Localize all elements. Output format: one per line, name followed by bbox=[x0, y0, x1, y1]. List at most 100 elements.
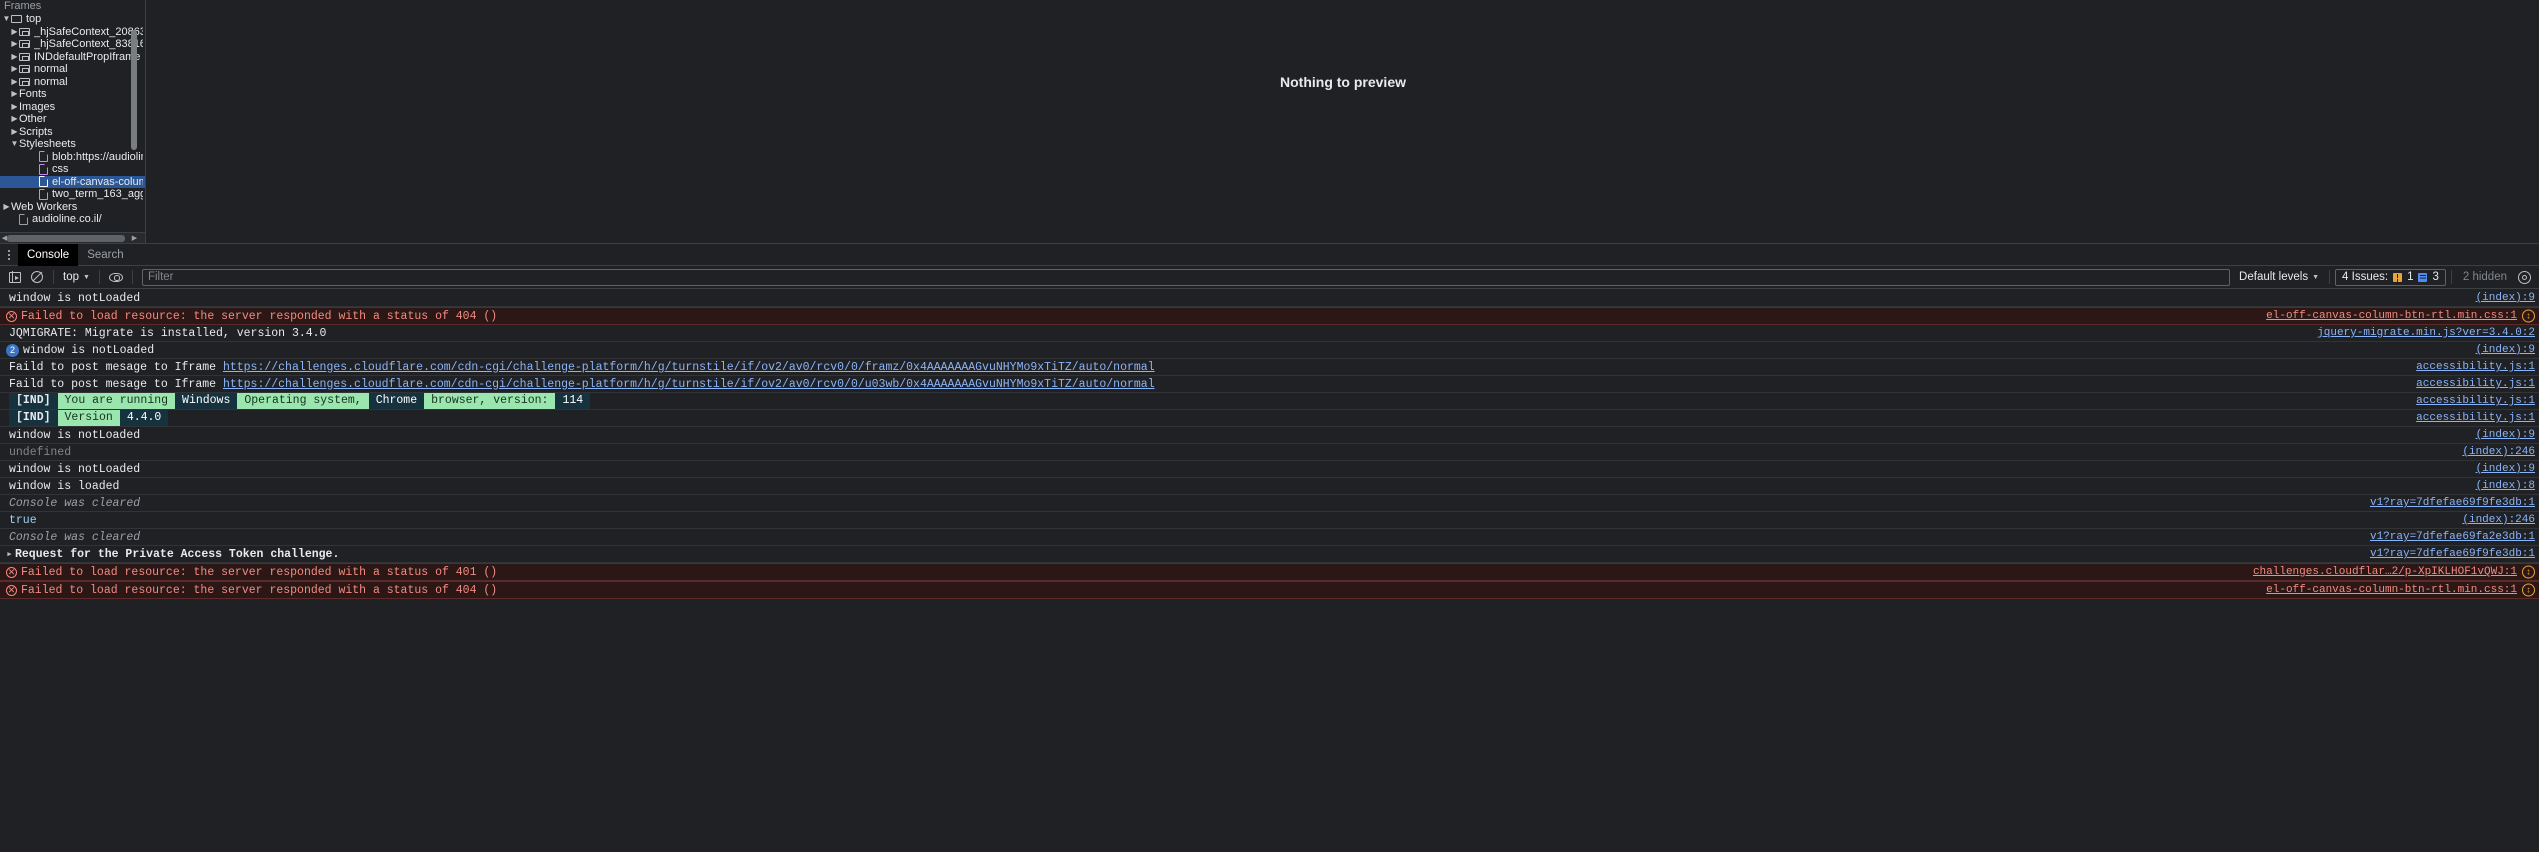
chevron-right-icon[interactable] bbox=[10, 38, 19, 51]
console-message[interactable]: window is notLoaded (index):9 bbox=[0, 290, 2539, 307]
source-location-link[interactable]: accessibility.js:1 bbox=[2416, 412, 2535, 424]
console-message[interactable]: ✕ Failed to load resource: the server res… bbox=[0, 307, 2539, 325]
subframe-icon bbox=[19, 27, 30, 36]
console-message[interactable]: window is notLoaded (index):9 bbox=[0, 427, 2539, 444]
log-chip: Windows bbox=[175, 393, 238, 409]
execution-context-selector[interactable]: top ▼ bbox=[59, 268, 94, 287]
source-location-link[interactable]: v1?ray=7dfefae69fa2e3db:1 bbox=[2370, 531, 2535, 543]
source-location-link[interactable]: (index):9 bbox=[2476, 463, 2535, 475]
chevron-right-icon[interactable] bbox=[10, 101, 19, 114]
scroll-right-icon[interactable]: ▶ bbox=[130, 234, 139, 243]
console-settings-button[interactable] bbox=[2513, 268, 2535, 287]
console-message[interactable]: Console was cleared v1?ray=7dfefae69fa2e3… bbox=[0, 529, 2539, 546]
console-message[interactable]: JQMIGRATE: Migrate is installed, version… bbox=[0, 325, 2539, 342]
source-location-link[interactable]: accessibility.js:1 bbox=[2416, 361, 2535, 373]
console-message-text: Failed to load resource: the server resp… bbox=[21, 565, 498, 579]
source-location-link[interactable]: challenges.cloudflar…2/p-XpIKLHOF1vQWJ:1 bbox=[2253, 566, 2517, 578]
chevron-right-icon[interactable] bbox=[10, 76, 19, 89]
frames-scrollbar-thumb[interactable] bbox=[131, 30, 137, 150]
source-location-link[interactable]: el-off-canvas-column-btn-rtl.min.css:1 bbox=[2266, 310, 2517, 322]
frames-tree-row[interactable]: _hjSafeContext_20863692 (about bbox=[0, 26, 145, 39]
console-message[interactable]: Faild to post mesage to Iframe https://c… bbox=[0, 359, 2539, 376]
chevron-right-icon[interactable] bbox=[10, 113, 19, 126]
console-message-body: window is notLoaded bbox=[0, 461, 2539, 477]
console-message[interactable]: window is notLoaded (index):9 bbox=[0, 461, 2539, 478]
source-location-link[interactable]: (index):9 bbox=[2476, 429, 2535, 441]
chevron-down-icon[interactable] bbox=[2, 13, 11, 26]
console-message-text: window is loaded bbox=[9, 479, 120, 493]
styled-log-chips: [IND] Version 4.4.0 bbox=[9, 410, 169, 426]
console-message[interactable]: ✕ Failed to load resource: the server res… bbox=[0, 563, 2539, 581]
frames-horizontal-scrollbar[interactable]: ◀ ▶ bbox=[0, 232, 145, 243]
console-message[interactable]: 2 window is notLoaded (index):9 bbox=[0, 342, 2539, 359]
hidden-messages-count: 2 hidden bbox=[2462, 271, 2507, 283]
application-panel: Frames top_hjSafeContext_20863692 (about… bbox=[0, 0, 2539, 243]
chevron-right-icon[interactable] bbox=[10, 26, 19, 39]
console-message-list[interactable]: window is notLoaded (index):9 ✕ Failed to l… bbox=[0, 290, 2539, 852]
live-expression-button[interactable] bbox=[105, 268, 127, 287]
source-location-link[interactable]: (index):9 bbox=[2476, 292, 2535, 304]
console-filter-input[interactable] bbox=[141, 268, 2231, 286]
frames-tree-row[interactable]: Other bbox=[0, 113, 145, 126]
frames-tree-row[interactable]: top bbox=[0, 13, 145, 26]
source-location-link[interactable]: (index):246 bbox=[2462, 514, 2535, 526]
source-location-link[interactable]: v1?ray=7dfefae69f9fe3db:1 bbox=[2370, 548, 2535, 560]
frames-tree-row[interactable]: Web Workers bbox=[0, 201, 145, 214]
source-location-link[interactable]: accessibility.js:1 bbox=[2416, 378, 2535, 390]
issues-counter-button[interactable]: 4 Issues: 1 3 bbox=[2335, 268, 2446, 286]
frames-tree-row[interactable]: Fonts bbox=[0, 88, 145, 101]
console-sidebar-toggle-button[interactable] bbox=[4, 268, 26, 287]
chevron-down-icon[interactable] bbox=[10, 138, 19, 151]
chevron-right-icon[interactable] bbox=[10, 51, 19, 64]
frames-tree-row[interactable]: INDdefaultPropIframe (about:bla bbox=[0, 51, 145, 64]
tab-search[interactable]: Search bbox=[78, 244, 132, 266]
clear-console-button[interactable] bbox=[26, 268, 48, 287]
source-location-link[interactable]: accessibility.js:1 bbox=[2416, 395, 2535, 407]
source-location-link[interactable]: (index):8 bbox=[2476, 480, 2535, 492]
frames-tree-row[interactable]: css bbox=[0, 163, 145, 176]
chevron-right-icon[interactable] bbox=[10, 63, 19, 76]
console-message[interactable]: Faild to post mesage to Iframe https://c… bbox=[0, 376, 2539, 393]
log-levels-selector[interactable]: Default levels ▼ bbox=[2234, 271, 2324, 283]
frames-tree-row[interactable]: two_term_163_aggregated.min bbox=[0, 188, 145, 201]
network-issue-icon[interactable] bbox=[2522, 583, 2535, 597]
more-options-icon[interactable] bbox=[2, 247, 16, 263]
console-message[interactable]: window is loaded (index):8 bbox=[0, 478, 2539, 495]
chevron-right-icon-group[interactable]: ▶ bbox=[4, 550, 15, 559]
console-message[interactable]: ▶ Request for the Private Access Token ch… bbox=[0, 546, 2539, 563]
frames-tree-row[interactable]: el-off-canvas-column-btn-rtl.m bbox=[0, 175, 145, 188]
frames-tree-row[interactable]: normal bbox=[0, 63, 145, 76]
chevron-right-icon[interactable] bbox=[10, 88, 19, 101]
message-link[interactable]: https://challenges.cloudflare.com/cdn-cg… bbox=[223, 378, 1155, 391]
source-location-link[interactable]: el-off-canvas-column-btn-rtl.min.css:1 bbox=[2266, 584, 2517, 596]
frames-tree-row[interactable]: Stylesheets bbox=[0, 138, 145, 151]
frames-tree-row[interactable]: Images bbox=[0, 101, 145, 114]
console-message[interactable]: true (index):246 bbox=[0, 512, 2539, 529]
console-message[interactable]: undefined (index):246 bbox=[0, 444, 2539, 461]
source-location-link[interactable]: (index):9 bbox=[2476, 344, 2535, 356]
frames-tree-row[interactable]: audioline.co.il/ bbox=[0, 213, 145, 226]
network-issue-icon[interactable] bbox=[2522, 565, 2535, 579]
console-message[interactable]: [IND] You are running Windows Operating sys… bbox=[0, 393, 2539, 410]
frames-tree-row[interactable]: _hjSafeContext_83816718 (about bbox=[0, 38, 145, 51]
console-message-body: window is loaded bbox=[0, 478, 2539, 494]
chevron-right-icon[interactable] bbox=[2, 201, 11, 214]
tab-console[interactable]: Console bbox=[18, 243, 79, 266]
frames-tree-row[interactable]: Scripts bbox=[0, 126, 145, 139]
frames-tree-row[interactable]: normal bbox=[0, 76, 145, 89]
console-message[interactable]: ✕ Failed to load resource: the server res… bbox=[0, 581, 2539, 599]
frames-hscroll-thumb[interactable] bbox=[7, 235, 125, 242]
frames-sidebar[interactable]: Frames top_hjSafeContext_20863692 (about… bbox=[0, 0, 146, 243]
source-location-link[interactable]: jquery-migrate.min.js?ver=3.4.0:2 bbox=[2317, 327, 2535, 339]
chevron-right-icon[interactable] bbox=[10, 126, 19, 139]
network-issue-icon[interactable] bbox=[2522, 309, 2535, 323]
frames-scrollbar-track[interactable] bbox=[131, 14, 141, 236]
console-message[interactable]: [IND] Version 4.4.0 accessibility.js:1 bbox=[0, 410, 2539, 427]
message-link[interactable]: https://challenges.cloudflare.com/cdn-cg… bbox=[223, 361, 1155, 374]
console-message-text: Failed to load resource: the server resp… bbox=[21, 309, 498, 323]
source-location-link[interactable]: (index):246 bbox=[2462, 446, 2535, 458]
frames-tree[interactable]: top_hjSafeContext_20863692 (about_hjSafe… bbox=[0, 13, 145, 226]
source-location-link[interactable]: v1?ray=7dfefae69f9fe3db:1 bbox=[2370, 497, 2535, 509]
frames-tree-row[interactable]: blob:https://audioline.co.il/a35 bbox=[0, 151, 145, 164]
console-message[interactable]: Console was cleared v1?ray=7dfefae69f9fe3… bbox=[0, 495, 2539, 512]
